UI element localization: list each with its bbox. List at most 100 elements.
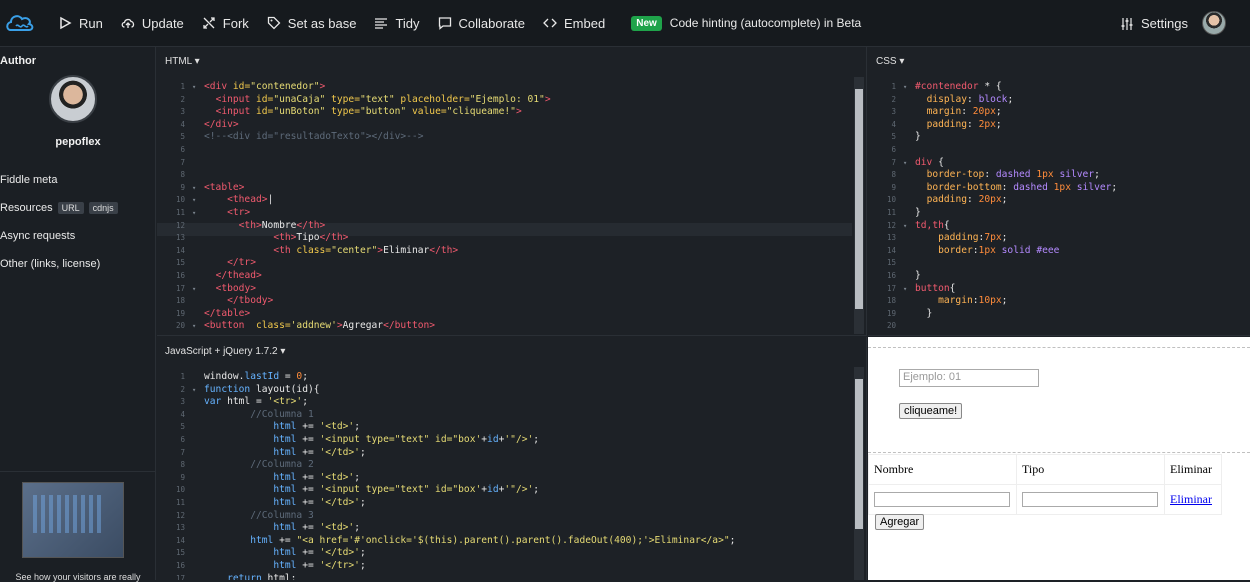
code-line: 5 html += '<td>';	[157, 421, 866, 434]
line-number: 18	[175, 296, 185, 306]
html-scrollbar[interactable]	[854, 77, 864, 334]
fold-arrow-icon[interactable]: ▾	[192, 283, 196, 296]
set-as-base-button[interactable]: Set as base	[267, 0, 356, 47]
code-line: 6	[868, 144, 1250, 157]
fold-arrow-icon[interactable]: ▾	[192, 182, 196, 195]
line-number: 13	[886, 233, 896, 243]
fold-arrow-icon[interactable]: ▾	[903, 220, 907, 233]
code-text: //Columna 3	[204, 510, 314, 523]
code-text: border:1px solid #eee	[915, 245, 1059, 258]
code-token: html	[273, 560, 297, 571]
code-token: html	[273, 471, 297, 483]
line-number: 5	[891, 132, 896, 142]
sidebar-item-other[interactable]: Other (links, license)	[0, 258, 100, 270]
code-token: ;	[1094, 169, 1100, 181]
fork-button[interactable]: Fork	[202, 0, 249, 47]
line-number: 1	[891, 82, 896, 91]
code-token: Eliminar	[383, 244, 430, 256]
settings-button[interactable]: Settings	[1120, 0, 1188, 47]
resource-tag-cdnjs[interactable]: cdnjs	[88, 202, 118, 214]
code-token: <th>	[273, 232, 297, 244]
update-button[interactable]: Update	[121, 0, 184, 47]
code-token: 20px	[978, 194, 1002, 206]
table-header-nombre: Nombre	[868, 454, 1017, 485]
cloud-upload-icon	[121, 18, 135, 28]
author-username[interactable]: pepoflex	[0, 136, 156, 148]
fold-arrow-icon[interactable]: ▾	[192, 384, 196, 397]
run-button[interactable]: Run	[58, 0, 103, 47]
code-line: 2 ▾ function layout(id){	[157, 384, 866, 397]
row-eliminar-link[interactable]: Eliminar	[1170, 492, 1212, 506]
code-token: ;	[1111, 181, 1118, 193]
code-token: <tbody>	[215, 282, 256, 294]
code-line: 3 margin: 20px;	[868, 106, 1250, 119]
sidebar-item-fiddle-meta[interactable]: Fiddle meta	[0, 174, 57, 186]
result-cliqueame-button[interactable]: cliqueame!	[899, 403, 963, 419]
code-token: return	[227, 572, 268, 580]
fold-arrow-icon[interactable]: ▾	[903, 157, 907, 170]
sidebar: Author pepoflex Fiddle meta Resources UR…	[0, 47, 156, 582]
fold-arrow-icon[interactable]: ▾	[192, 207, 196, 220]
code-line: 9 html += '<td>';	[157, 472, 866, 485]
fold-arrow-icon[interactable]: ▾	[903, 81, 907, 94]
row-tipo-input[interactable]	[1022, 492, 1158, 507]
code-token: 10px	[978, 295, 1002, 307]
embed-button[interactable]: Embed	[543, 0, 605, 47]
line-number: 15	[175, 548, 185, 558]
sidebar-item-resources[interactable]: Resources URL cdnjs	[0, 202, 118, 214]
resource-tag-url[interactable]: URL	[57, 202, 84, 214]
code-token: dashed	[995, 169, 1037, 181]
result-table: Nombre Tipo Eliminar Eliminar	[868, 454, 1222, 515]
html-editor[interactable]: 1 ▾ <div id="contenedor"> 2 <input id="unaC…	[157, 75, 866, 335]
fold-arrow-icon[interactable]: ▾	[192, 81, 196, 94]
html-scroll-thumb[interactable]	[855, 89, 863, 309]
fold-arrow-icon[interactable]: ▾	[192, 320, 196, 333]
code-token: ;	[354, 421, 360, 433]
code-token: :	[967, 93, 979, 105]
sidebar-item-async-requests[interactable]: Async requests	[0, 230, 75, 242]
code-hint-link[interactable]: Code hinting (autocomplete) in Beta	[670, 16, 861, 30]
author-avatar[interactable]	[49, 75, 97, 123]
code-token: #eee	[1036, 244, 1060, 256]
collaborate-button[interactable]: Collaborate	[438, 0, 525, 47]
ad-image[interactable]	[22, 482, 124, 558]
code-token: ;	[729, 534, 736, 546]
sidebar-ad[interactable]: See how your visitors are really	[0, 471, 156, 582]
js-editor[interactable]: 1 window.lastId = 0; 2 ▾ function layout(id)…	[157, 365, 866, 580]
css-editor[interactable]: 1 ▾ #contenedor * {2 display: block; 3 marg…	[868, 75, 1250, 335]
js-scrollbar[interactable]	[854, 367, 864, 580]
user-avatar[interactable]	[1202, 11, 1226, 35]
jsfiddle-logo-icon[interactable]	[0, 0, 40, 47]
code-token: :	[967, 194, 979, 206]
html-panel-title[interactable]: HTML ▾	[157, 47, 866, 75]
code-text: </tr>	[204, 257, 256, 270]
code-token: }	[915, 270, 921, 281]
code-token: margin	[938, 295, 973, 307]
code-token: #contenedor	[915, 81, 979, 92]
code-token: +=	[296, 560, 320, 571]
tidy-button[interactable]: Tidy	[374, 0, 420, 47]
code-line: 14 border:1px solid #eee	[868, 245, 1250, 258]
code-line: 6 html += '<input type="text" id="box'+i…	[157, 434, 866, 447]
result-agregar-button[interactable]: Agregar	[875, 514, 925, 530]
code-line: 13 <th>Tipo</th>	[157, 232, 866, 245]
code-line: 15 html += '</td>';	[157, 547, 866, 560]
code-token: >	[544, 93, 551, 105]
js-scroll-thumb[interactable]	[855, 379, 863, 529]
result-text-input[interactable]: Ejemplo: 01	[899, 369, 1039, 387]
fold-arrow-icon[interactable]: ▾	[192, 194, 196, 207]
js-panel-title[interactable]: JavaScript + jQuery 1.7.2 ▾	[157, 337, 866, 365]
code-token: id=	[256, 93, 274, 105]
code-token: silver	[1059, 169, 1095, 181]
row-nombre-input[interactable]	[874, 492, 1010, 507]
code-text: //Columna 1	[204, 409, 314, 422]
ad-text[interactable]: See how your visitors are really	[0, 572, 156, 582]
code-token: ;	[1001, 194, 1008, 206]
fold-arrow-icon[interactable]: ▾	[903, 283, 907, 296]
code-token: "contenedor"	[250, 81, 320, 92]
css-panel-title[interactable]: CSS ▾	[868, 47, 1250, 75]
